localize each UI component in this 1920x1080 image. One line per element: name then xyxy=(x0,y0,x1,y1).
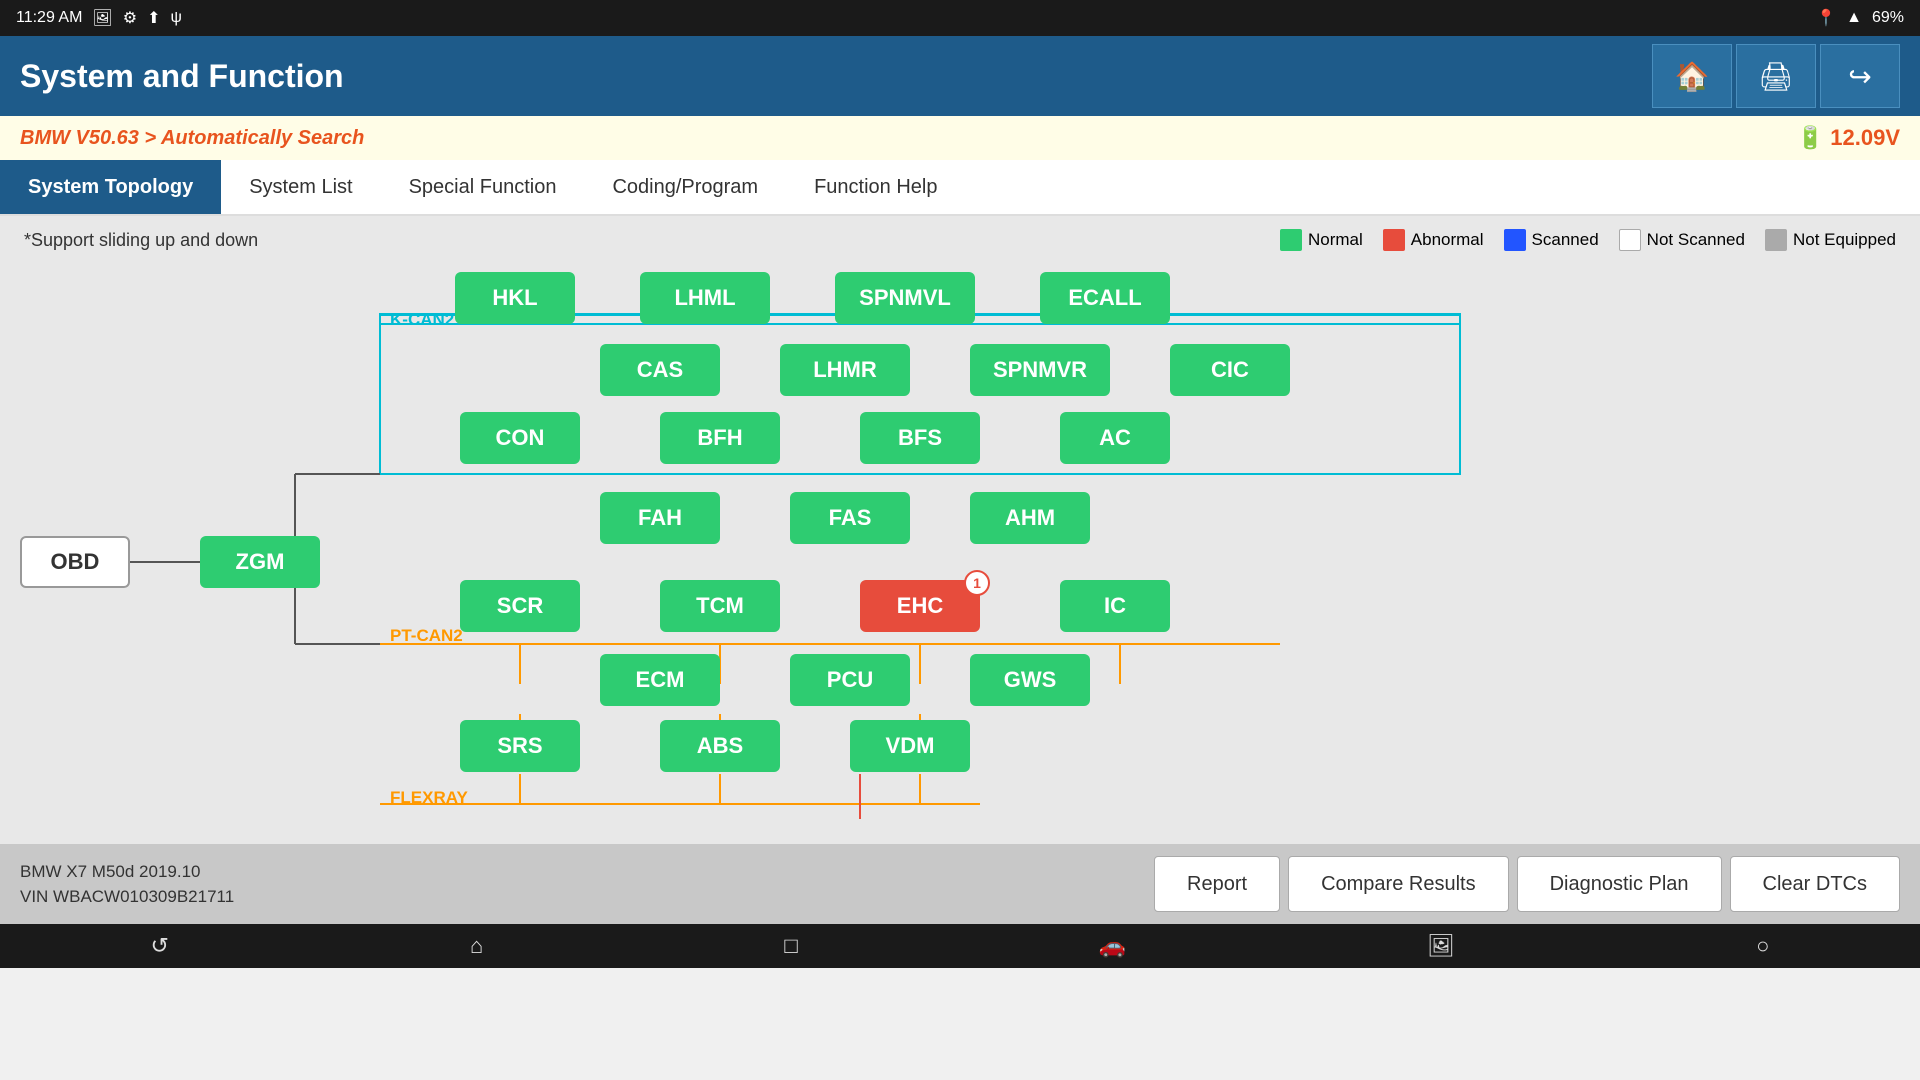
home-button[interactable]: 🏠 xyxy=(1652,44,1732,108)
print-button[interactable]: 🖨 xyxy=(1736,44,1816,108)
location-icon: 📍 xyxy=(1816,8,1836,28)
battery-icon: 🔋 xyxy=(1797,125,1824,151)
node-scr[interactable]: SCR xyxy=(460,580,580,632)
photo-icon: 🖼 xyxy=(92,8,112,28)
ptcan2-label: PT-CAN2 xyxy=(390,626,463,646)
status-right: 📍 ▲ 69% xyxy=(1816,8,1904,28)
status-bar: 11:29 AM 🖼 ⚙ ⬆ ψ 📍 ▲ 69% xyxy=(0,0,1920,36)
node-spnmvr[interactable]: SPNMVR xyxy=(970,344,1110,396)
not-equipped-label: Not Equipped xyxy=(1793,230,1896,250)
node-fas[interactable]: FAS xyxy=(790,492,910,544)
node-ic[interactable]: IC xyxy=(1060,580,1170,632)
tabs: System Topology System List Special Func… xyxy=(0,160,1920,216)
node-pcu[interactable]: PCU xyxy=(790,654,910,706)
scanned-label: Scanned xyxy=(1532,230,1599,250)
tab-system-list[interactable]: System List xyxy=(221,160,380,214)
node-cic[interactable]: CIC xyxy=(1170,344,1290,396)
node-srs[interactable]: SRS xyxy=(460,720,580,772)
node-gws[interactable]: GWS xyxy=(970,654,1090,706)
kcan2-label: K-CAN2 xyxy=(390,310,454,330)
node-obd[interactable]: OBD xyxy=(20,536,130,588)
node-lhml[interactable]: LHML xyxy=(640,272,770,324)
clear-dtcs-button[interactable]: Clear DTCs xyxy=(1730,856,1900,912)
flexray-label: FLEXRAY xyxy=(390,788,468,808)
not-scanned-dot xyxy=(1619,229,1641,251)
header: System and Function 🏠 🖨 ↪ xyxy=(0,36,1920,116)
diagnostic-plan-button[interactable]: Diagnostic Plan xyxy=(1517,856,1722,912)
legend: Normal Abnormal Scanned Not Scanned Not … xyxy=(1280,229,1896,251)
node-con[interactable]: CON xyxy=(460,412,580,464)
topology-area: K-CAN2 PT-CAN2 FLEXRAY HKL LHML SPNMVL E… xyxy=(0,264,1920,844)
back-nav-icon[interactable]: ↺ xyxy=(151,933,169,959)
legend-scanned: Scanned xyxy=(1504,229,1599,251)
info-bar: *Support sliding up and down Normal Abno… xyxy=(0,216,1920,264)
breadcrumb-bar: BMW V50.63 > Automatically Search 🔋 12.0… xyxy=(0,116,1920,160)
compare-results-button[interactable]: Compare Results xyxy=(1288,856,1509,912)
support-text: *Support sliding up and down xyxy=(24,230,258,251)
voltage-display: 🔋 12.09V xyxy=(1797,125,1900,151)
node-zgm[interactable]: ZGM xyxy=(200,536,320,588)
node-cas[interactable]: CAS xyxy=(600,344,720,396)
status-left: 11:29 AM 🖼 ⚙ ⬆ ψ xyxy=(16,8,182,28)
normal-dot xyxy=(1280,229,1302,251)
settings-icon: ⚙ xyxy=(123,8,137,28)
node-abs[interactable]: ABS xyxy=(660,720,780,772)
time-display: 11:29 AM xyxy=(16,9,82,27)
not-scanned-label: Not Scanned xyxy=(1647,230,1745,250)
circle-nav-icon[interactable]: ○ xyxy=(1756,933,1769,959)
node-lhmr[interactable]: LHMR xyxy=(780,344,910,396)
tab-system-topology[interactable]: System Topology xyxy=(0,160,221,214)
legend-normal: Normal xyxy=(1280,229,1363,251)
voltage-value: 12.09V xyxy=(1830,125,1900,151)
normal-label: Normal xyxy=(1308,230,1363,250)
image-nav-icon[interactable]: 🖼 xyxy=(1427,933,1455,959)
action-buttons: Report Compare Results Diagnostic Plan C… xyxy=(1154,856,1900,912)
legend-not-scanned: Not Scanned xyxy=(1619,229,1745,251)
node-ecall[interactable]: ECALL xyxy=(1040,272,1170,324)
battery-display: 69% xyxy=(1872,9,1904,27)
upload-icon: ⬆ xyxy=(147,8,160,28)
wifi-icon: ▲ xyxy=(1846,9,1862,27)
exit-button[interactable]: ↪ xyxy=(1820,44,1900,108)
node-ecm[interactable]: ECM xyxy=(600,654,720,706)
not-equipped-dot xyxy=(1765,229,1787,251)
legend-not-equipped: Not Equipped xyxy=(1765,229,1896,251)
node-ahm[interactable]: AHM xyxy=(970,492,1090,544)
legend-abnormal: Abnormal xyxy=(1383,229,1484,251)
abnormal-label: Abnormal xyxy=(1411,230,1484,250)
car-nav-icon[interactable]: 🚗 xyxy=(1099,933,1126,959)
node-vdm[interactable]: VDM xyxy=(850,720,970,772)
nav-bar: ↺ ⌂ □ 🚗 🖼 ○ xyxy=(0,924,1920,968)
node-tcm[interactable]: TCM xyxy=(660,580,780,632)
page-title: System and Function xyxy=(20,58,344,95)
home-nav-icon[interactable]: ⌂ xyxy=(470,933,483,959)
header-icons: 🏠 🖨 ↪ xyxy=(1652,44,1900,108)
node-bfs[interactable]: BFS xyxy=(860,412,980,464)
node-ac[interactable]: AC xyxy=(1060,412,1170,464)
vehicle-vin: VIN WBACW010309B21711 xyxy=(20,884,234,910)
signal-icon: ψ xyxy=(170,9,181,27)
node-ehc[interactable]: EHC 1 xyxy=(860,580,980,632)
node-fah[interactable]: FAH xyxy=(600,492,720,544)
scanned-dot xyxy=(1504,229,1526,251)
tab-function-help[interactable]: Function Help xyxy=(786,160,965,214)
vehicle-info: BMW X7 M50d 2019.10 VIN WBACW010309B2171… xyxy=(20,859,234,910)
node-bfh[interactable]: BFH xyxy=(660,412,780,464)
square-nav-icon[interactable]: □ xyxy=(784,933,797,959)
report-button[interactable]: Report xyxy=(1154,856,1280,912)
node-spnmvl[interactable]: SPNMVL xyxy=(835,272,975,324)
node-hkl[interactable]: HKL xyxy=(455,272,575,324)
abnormal-dot xyxy=(1383,229,1405,251)
breadcrumb: BMW V50.63 > Automatically Search xyxy=(20,127,364,150)
action-bar: BMW X7 M50d 2019.10 VIN WBACW010309B2171… xyxy=(0,844,1920,924)
vehicle-model: BMW X7 M50d 2019.10 xyxy=(20,859,234,885)
tab-coding-program[interactable]: Coding/Program xyxy=(584,160,786,214)
tab-special-function[interactable]: Special Function xyxy=(381,160,585,214)
ehc-badge: 1 xyxy=(964,570,990,596)
